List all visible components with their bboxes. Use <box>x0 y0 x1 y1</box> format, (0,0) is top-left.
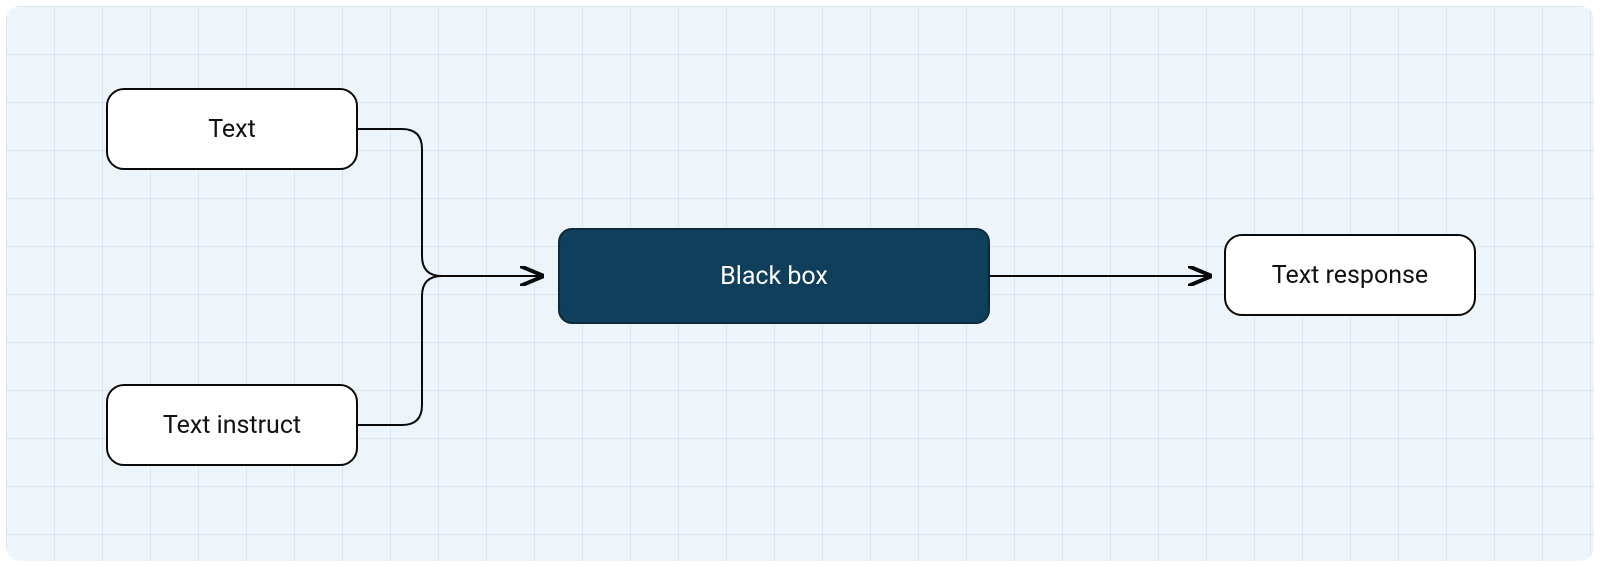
connector-central-to-output <box>6 6 1594 561</box>
diagram-canvas: Text Text instruct Black box Text respon… <box>6 6 1594 561</box>
